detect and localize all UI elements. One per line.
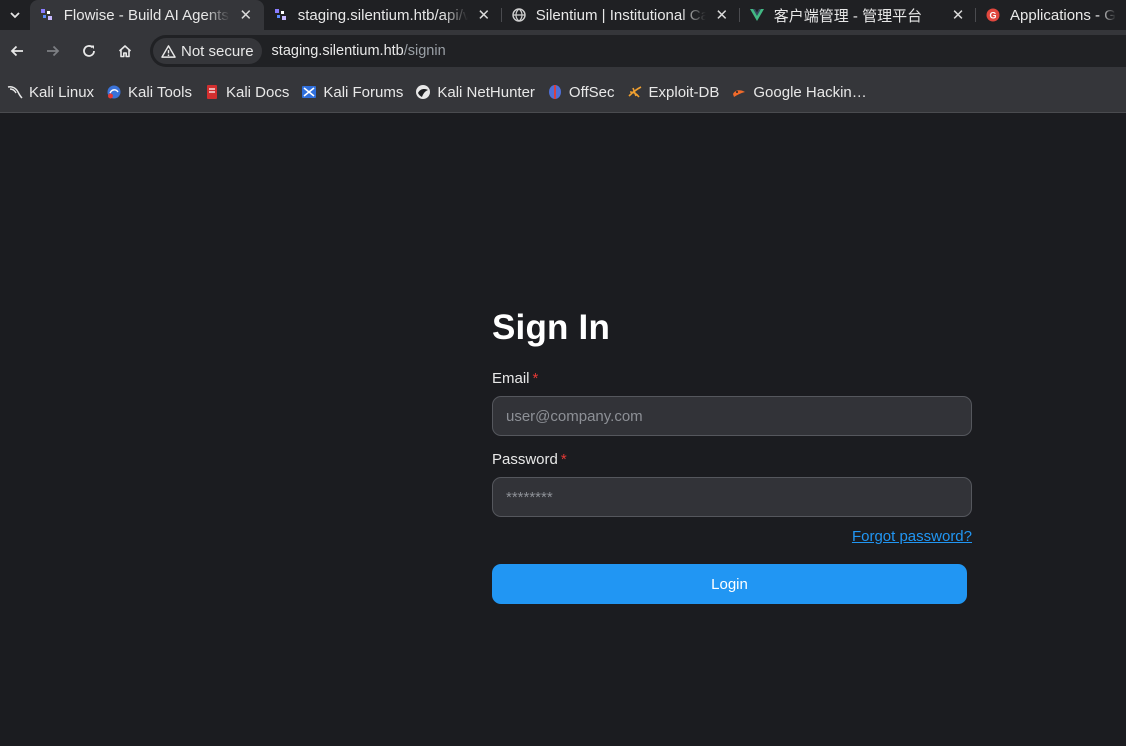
tab-gitea[interactable]: G Applications - Gitea xyxy=(976,0,1126,30)
password-label: Password * xyxy=(492,451,567,468)
reload-button[interactable] xyxy=(74,36,104,66)
bookmark-label: Kali Linux xyxy=(29,83,95,101)
ghdb-icon xyxy=(731,84,747,100)
browser-toolbar: Not secure staging.silentium.htb/signin xyxy=(0,30,1126,72)
required-mark: * xyxy=(532,370,539,387)
flowise-icon xyxy=(274,8,288,22)
tab-title: Applications - Gitea xyxy=(1010,6,1116,24)
bookmarks-bar: Kali Linux Kali Tools Kali Docs Kali For… xyxy=(0,72,1126,113)
bookmark-google-hacking[interactable]: Google Hackin… xyxy=(729,78,872,106)
tab-title: 客户端管理 - 管理平台 xyxy=(773,7,923,25)
tab-silentium[interactable]: Silentium | Institutional Capital ✕ xyxy=(502,0,740,30)
kali-dragon-icon xyxy=(7,84,23,100)
bookmark-label: OffSec xyxy=(568,83,615,101)
kali-docs-icon xyxy=(204,84,220,100)
tab-client-admin[interactable]: 客户端管理 - 管理平台 ✕ xyxy=(740,0,976,30)
bookmark-kali-docs[interactable]: Kali Docs xyxy=(202,78,295,106)
vue-icon xyxy=(749,8,764,22)
reload-icon xyxy=(83,45,95,57)
bookmark-label: Kali Docs xyxy=(225,83,290,101)
url-path: /signin xyxy=(403,43,446,59)
home-button[interactable] xyxy=(110,36,140,66)
address-bar[interactable]: Not secure staging.silentium.htb/signin xyxy=(150,35,1126,67)
arrow-left-icon xyxy=(10,45,23,57)
tab-staging-api[interactable]: staging.silentium.htb/api/v1 ✕ xyxy=(264,0,502,30)
tab-search-button[interactable] xyxy=(0,0,30,30)
forward-button[interactable] xyxy=(38,36,68,66)
globe-icon xyxy=(512,8,526,22)
tab-strip: Flowise - Build AI Agents, Visually ✕ st… xyxy=(0,0,1126,30)
close-icon[interactable]: ✕ xyxy=(476,7,492,24)
signin-form: Sign In Email* Password* Forgot password… xyxy=(492,308,972,604)
tab-title: Silentium | Institutional Capital xyxy=(535,6,706,24)
security-label: Not secure xyxy=(181,42,254,60)
email-label: Email * xyxy=(492,370,539,387)
bookmark-label: Exploit-DB xyxy=(648,83,720,101)
svg-text:G: G xyxy=(989,11,996,21)
tab-title: Flowise - Build AI Agents, Visually xyxy=(63,6,230,24)
url-text[interactable]: staging.silentium.htb/signin xyxy=(272,43,446,59)
bookmark-kali-linux[interactable]: Kali Linux xyxy=(5,78,100,106)
tab-flowise[interactable]: Flowise - Build AI Agents, Visually ✕ xyxy=(29,0,264,30)
close-icon[interactable]: ✕ xyxy=(950,7,966,24)
offsec-icon xyxy=(547,84,563,100)
warning-triangle-icon xyxy=(161,44,176,58)
page-title: Sign In xyxy=(492,308,611,347)
tab-title: staging.silentium.htb/api/v1 xyxy=(297,6,468,24)
flowise-icon xyxy=(40,8,54,22)
bookmark-label: Kali Tools xyxy=(128,83,192,101)
back-button[interactable] xyxy=(2,36,32,66)
bookmark-label: Kali NetHunter xyxy=(437,83,535,101)
close-icon[interactable]: ✕ xyxy=(238,7,254,24)
password-field[interactable] xyxy=(492,477,972,517)
chevron-down-icon xyxy=(10,12,20,19)
exploitdb-icon xyxy=(627,84,643,100)
bookmark-kali-nethunter[interactable]: Kali NetHunter xyxy=(413,78,541,106)
login-button[interactable]: Login xyxy=(492,564,967,604)
required-mark: * xyxy=(560,451,567,468)
bookmark-label: Google Hackin… xyxy=(753,83,867,101)
url-host: staging.silentium.htb xyxy=(271,43,404,59)
email-field[interactable] xyxy=(492,396,972,436)
page-content: Sign In Email* Password* Forgot password… xyxy=(0,114,1126,746)
kali-tools-icon xyxy=(106,84,122,100)
bookmark-kali-tools[interactable]: Kali Tools xyxy=(104,78,198,106)
forgot-password-row: Forgot password? xyxy=(492,528,972,546)
home-icon xyxy=(118,45,132,58)
security-indicator[interactable]: Not secure xyxy=(153,38,262,64)
bookmark-kali-forums[interactable]: Kali Forums xyxy=(299,78,409,106)
forgot-password-link[interactable]: Forgot password? xyxy=(852,528,972,546)
kali-forums-icon xyxy=(301,84,317,100)
bookmark-label: Kali Forums xyxy=(323,83,404,101)
bookmark-offsec[interactable]: OffSec xyxy=(545,78,621,106)
gitea-icon: G xyxy=(986,8,1000,22)
nethunter-icon xyxy=(415,84,431,100)
bookmark-exploit-db[interactable]: Exploit-DB xyxy=(625,78,726,106)
close-icon[interactable]: ✕ xyxy=(714,7,730,24)
arrow-right-icon xyxy=(47,45,60,57)
